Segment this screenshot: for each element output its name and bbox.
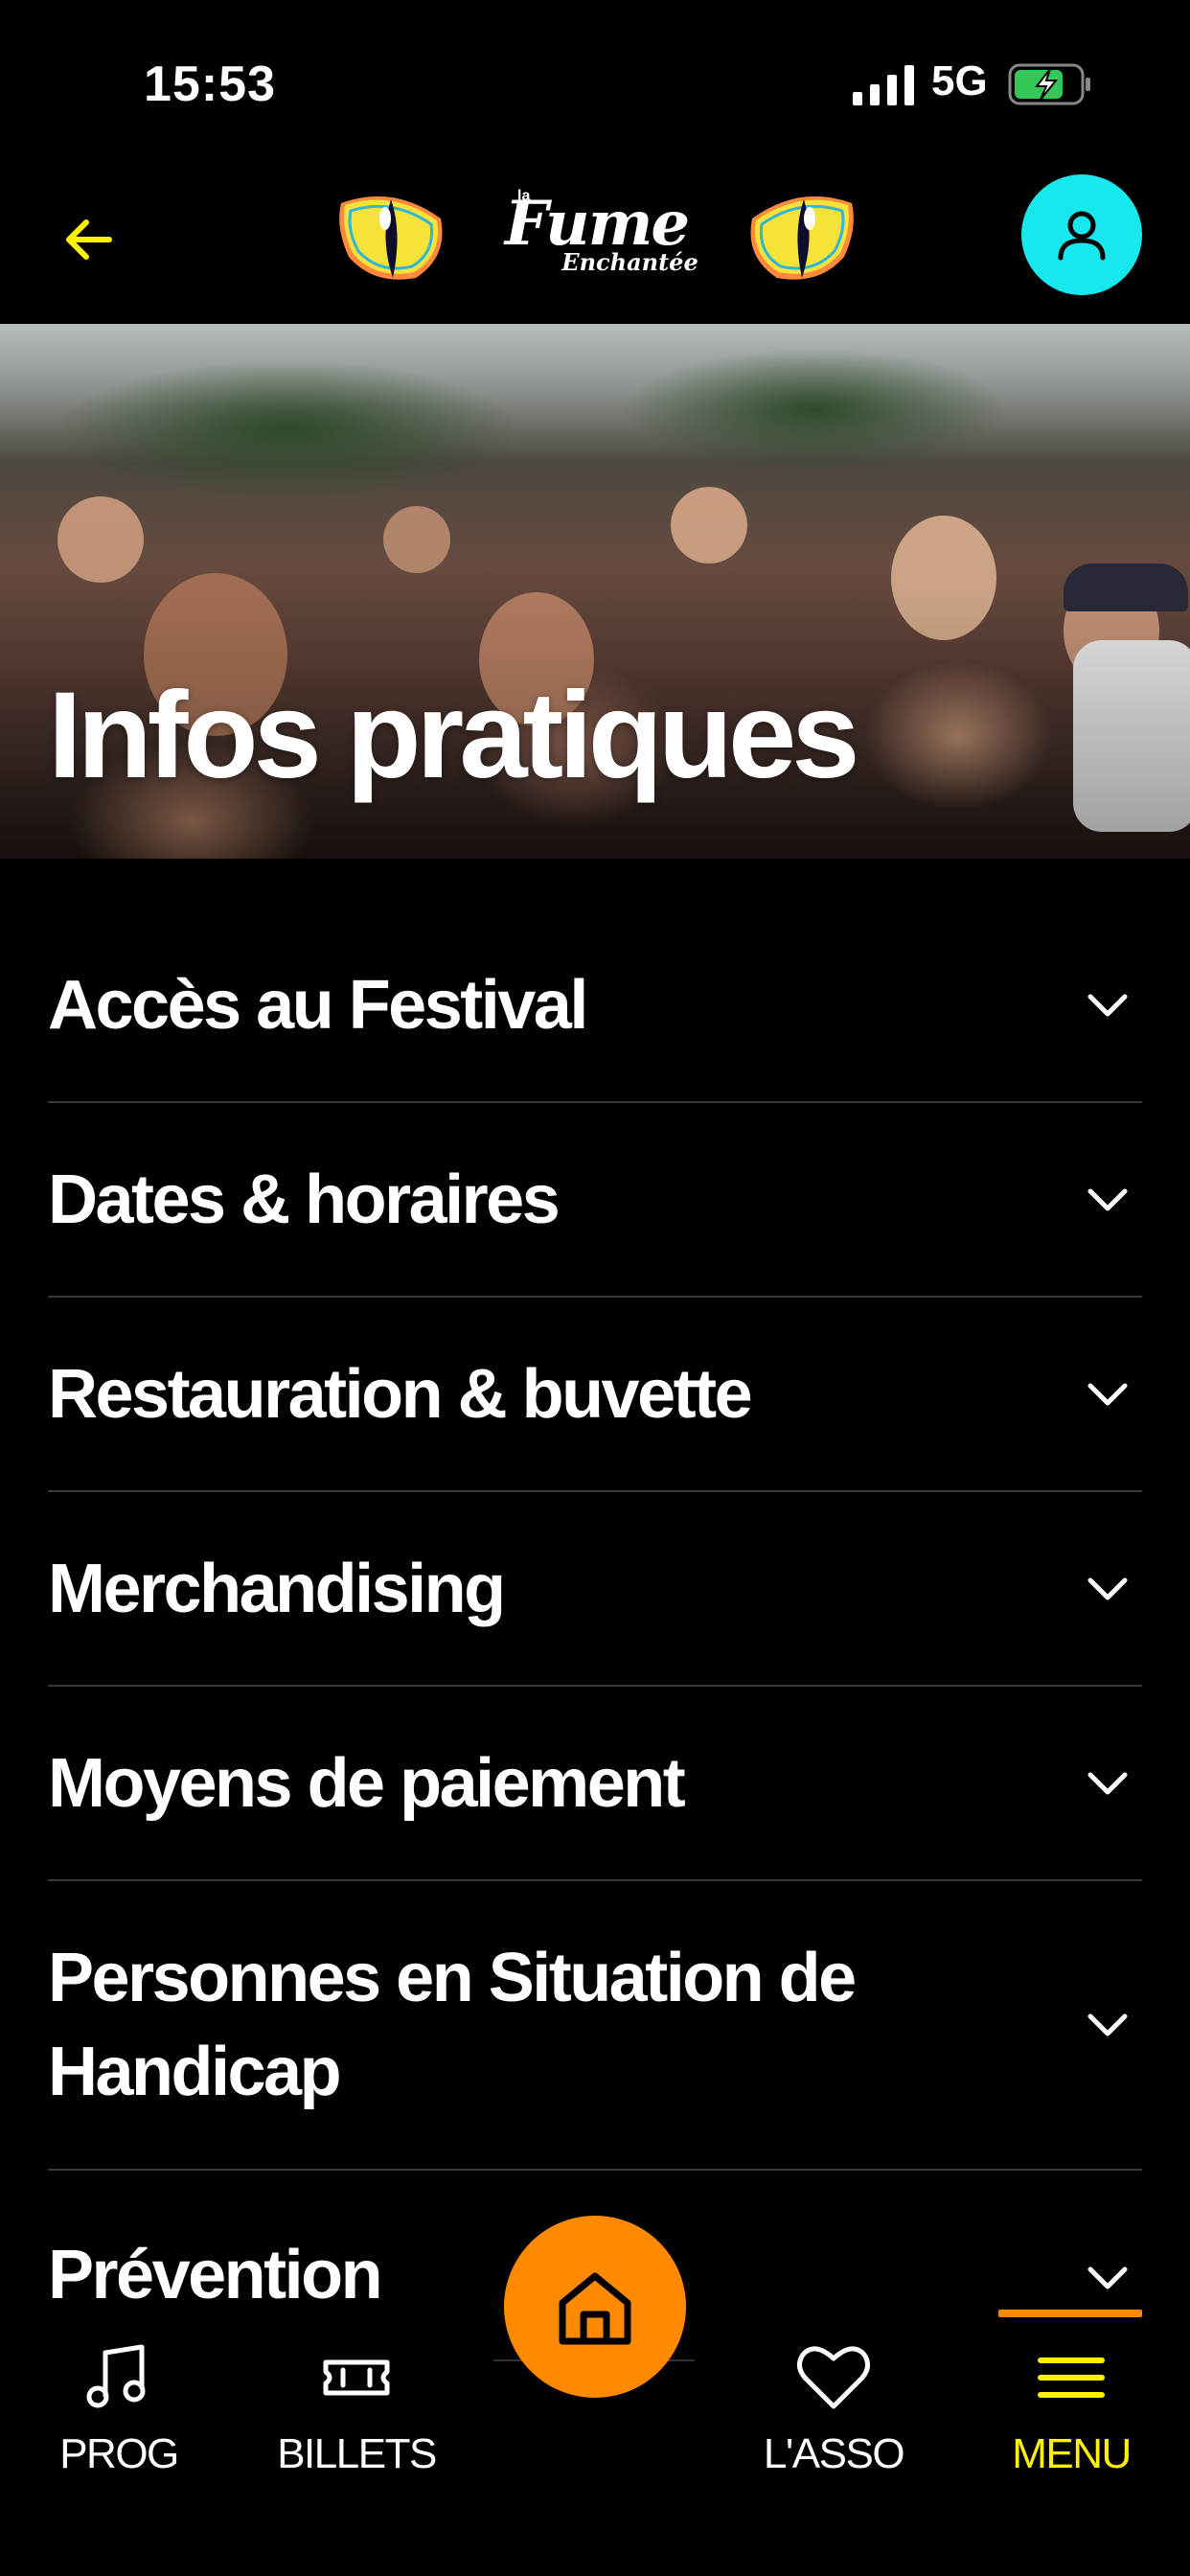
nav-label: MENU (1012, 2430, 1132, 2477)
chevron-down-icon (1087, 1577, 1128, 1599)
nav-item-billets[interactable]: BILLETS (261, 2329, 452, 2501)
heart-icon (790, 2334, 877, 2421)
status-bar: 15:53 5G (0, 0, 1190, 163)
nav-label: L'ASSO (763, 2430, 905, 2477)
chevron-down-icon (1087, 1772, 1128, 1794)
nav-item-prog[interactable]: PROG (23, 2329, 215, 2501)
accordion-item-restauration[interactable]: Restauration & buvette (48, 1298, 1142, 1492)
menu-icon (1028, 2334, 1114, 2421)
active-tab-indicator (998, 2310, 1142, 2317)
cat-eye-right-icon (750, 196, 854, 280)
accordion-item-label: Personnes en Situation de Handicap (48, 1940, 857, 2110)
cat-eye-left-icon (339, 196, 443, 280)
arrow-left-icon (66, 219, 112, 260)
ticket-icon (313, 2334, 400, 2421)
nav-item-asso[interactable]: L'ASSO (738, 2329, 929, 2501)
music-note-icon (76, 2334, 162, 2421)
accordion-item-handicap[interactable]: Personnes en Situation de Handicap (48, 1881, 1142, 2171)
nav-item-menu[interactable]: MENU (975, 2329, 1167, 2501)
back-button[interactable] (50, 201, 126, 278)
logo-wordmark: la Fume Enchantée (489, 188, 704, 286)
home-icon (559, 2272, 631, 2345)
accordion-item-paiement[interactable]: Moyens de paiement (48, 1687, 1142, 1881)
profile-button[interactable] (1021, 174, 1142, 295)
chevron-down-icon (1087, 1383, 1128, 1405)
accordion-item-dates[interactable]: Dates & horaires (48, 1103, 1142, 1298)
home-button[interactable] (504, 2216, 686, 2398)
logo-prefix: la (517, 188, 531, 204)
accordion-item-label: Restauration & buvette (48, 1355, 753, 1433)
battery-charging-icon (1008, 63, 1090, 105)
network-type: 5G (931, 58, 988, 104)
hero-banner: Infos pratiques (0, 324, 1190, 859)
faq-accordion: Accès au Festival Dates & horaires Resta… (48, 908, 1142, 2365)
accordion-item-acces[interactable]: Accès au Festival (48, 908, 1142, 1103)
chevron-down-icon (1087, 2013, 1128, 2036)
chevron-down-icon (1087, 994, 1128, 1016)
user-icon (1058, 211, 1106, 261)
chevron-down-icon (1087, 2266, 1128, 2289)
app-header: la Fume Enchantée (0, 163, 1190, 324)
page-title: Infos pratiques (48, 667, 859, 804)
accordion-item-label: Merchandising (48, 1550, 506, 1627)
accordion-item-merchandising[interactable]: Merchandising (48, 1492, 1142, 1687)
accordion-item-label: Moyens de paiement (48, 1744, 686, 1822)
signal-icon (853, 65, 914, 105)
logo-sub-text: Enchantée (561, 248, 698, 276)
accordion-item-label: Accès au Festival (48, 966, 588, 1044)
festival-logo[interactable]: la Fume Enchantée (335, 180, 858, 305)
status-time: 15:53 (144, 57, 276, 112)
chevron-down-icon (1087, 1188, 1128, 1210)
accordion-item-label: Dates & horaires (48, 1161, 561, 1238)
nav-label: BILLETS (277, 2430, 437, 2477)
nav-label: PROG (59, 2430, 179, 2477)
